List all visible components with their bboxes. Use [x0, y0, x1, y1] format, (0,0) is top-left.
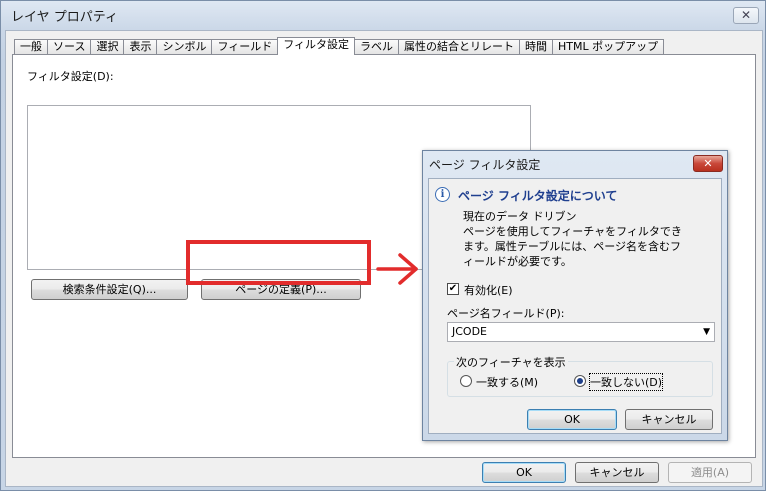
chevron-down-icon: ▼: [703, 327, 710, 337]
info-heading: ページ フィルタ設定について: [458, 189, 618, 203]
description: 現在のデータ ドリブン ページを使用してフィーチャをフィルタでき ます。属性テー…: [463, 209, 717, 269]
highlight-box: [186, 240, 371, 285]
info-icon: i: [435, 187, 450, 202]
close-icon[interactable]: ✕: [733, 7, 759, 24]
tab-labels[interactable]: ラベル: [354, 39, 400, 55]
tab-source[interactable]: ソース: [47, 39, 92, 55]
match-radio[interactable]: [460, 375, 472, 387]
enable-checkbox[interactable]: ✔: [447, 283, 459, 295]
tab-strip: 一般 ソース 選択 表示 シンボル フィールド フィルタ設定 ラベル 属性の結合…: [14, 37, 665, 55]
match-label: 一致する(M): [476, 376, 539, 389]
tab-fields[interactable]: フィールド: [211, 39, 279, 55]
show-features-group: 次のフィーチャを表示 一致する(M) 一致しない(D): [447, 354, 713, 397]
tab-time[interactable]: 時間: [519, 39, 554, 55]
description-line: 現在のデータ ドリブン: [463, 210, 577, 223]
description-line: ます。属性テーブルには、ページ名を含むフ: [463, 240, 682, 253]
description-line: ィールドが必要です。: [463, 255, 572, 268]
page-field-dropdown[interactable]: JCODE ▼: [447, 322, 715, 342]
tab-joins-relates[interactable]: 属性の結合とリレート: [398, 39, 521, 55]
tab-general[interactable]: 一般: [14, 39, 48, 55]
arrow-right-icon: [376, 253, 418, 285]
apply-button[interactable]: 適用(A): [668, 462, 752, 483]
dialog-body: i ページ フィルタ設定について 現在のデータ ドリブン ページを使用してフィー…: [428, 178, 722, 434]
tab-display[interactable]: 表示: [123, 39, 158, 55]
enable-label: 有効化(E): [464, 284, 513, 297]
filter-label: フィルタ設定(D):: [27, 70, 114, 83]
page-field-label: ページ名フィールド(P):: [447, 307, 565, 320]
show-features-label: 次のフィーチャを表示: [454, 354, 568, 370]
tab-selection[interactable]: 選択: [90, 39, 125, 55]
cancel-button[interactable]: キャンセル: [575, 462, 659, 483]
tab-symbology[interactable]: シンボル: [156, 39, 213, 55]
tab-html-popup[interactable]: HTML ポップアップ: [552, 39, 665, 55]
no-match-radio[interactable]: [574, 375, 586, 387]
dialog-close-icon[interactable]: ✕: [693, 155, 723, 172]
tab-filter[interactable]: フィルタ設定: [277, 37, 356, 55]
description-line: ページを使用してフィーチャをフィルタでき: [463, 225, 682, 238]
page-field-value: JCODE: [452, 325, 488, 338]
page-filter-dialog: ページ フィルタ設定 ✕ i ページ フィルタ設定について 現在のデータ ドリブ…: [422, 150, 728, 441]
no-match-label: 一致しない(D): [588, 373, 664, 391]
query-builder-button[interactable]: 検索条件設定(Q)...: [31, 279, 188, 300]
ok-button[interactable]: OK: [482, 462, 566, 483]
dialog-ok-button[interactable]: OK: [527, 409, 617, 430]
window-title: レイヤ プロパティ: [11, 10, 118, 25]
dialog-cancel-button[interactable]: キャンセル: [625, 409, 713, 430]
dialog-title: ページ フィルタ設定: [429, 158, 541, 172]
